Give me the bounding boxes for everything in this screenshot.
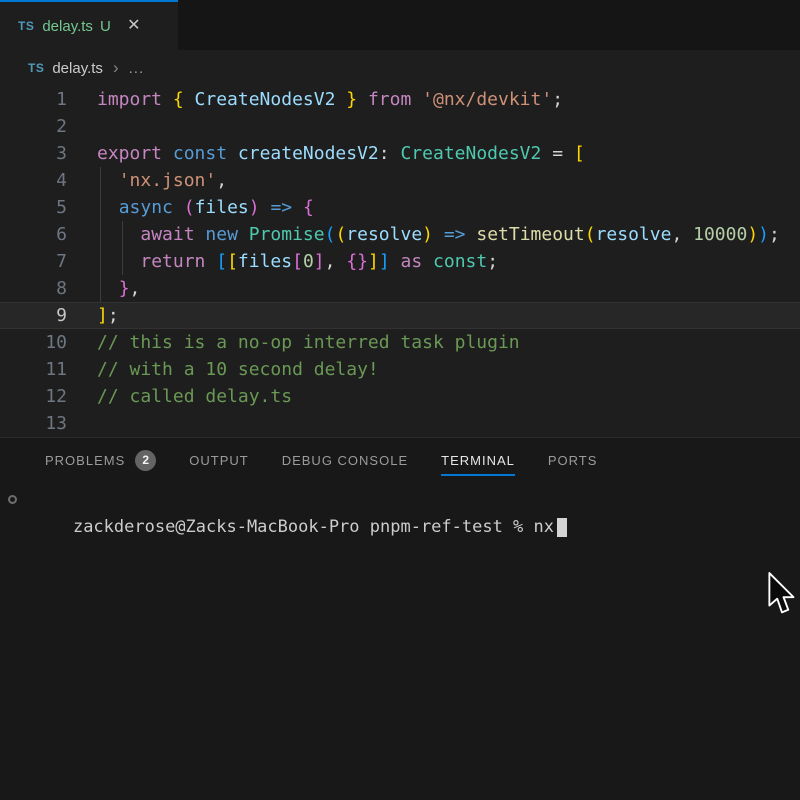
code-text: import { CreateNodesV2 } from '@nx/devki… (97, 86, 563, 113)
code-line-12[interactable]: 12 // called delay.ts (0, 383, 800, 410)
line-number: 4 (0, 167, 67, 194)
code-text: async (files) => { (97, 194, 314, 221)
code-line-3[interactable]: 3 export const createNodesV2: CreateNodes… (0, 140, 800, 167)
code-text: ]; (97, 302, 119, 329)
line-number: 2 (0, 113, 67, 140)
line-number: 5 (0, 194, 67, 221)
bottom-panel: PROBLEMS 2 OUTPUT DEBUG CONSOLE TERMINAL PORT… (0, 437, 800, 800)
panel-tab-debug-console[interactable]: DEBUG CONSOLE (282, 438, 408, 482)
line-number: 3 (0, 140, 67, 167)
panel-tab-ports[interactable]: PORTS (548, 438, 598, 482)
panel-tab-output[interactable]: OUTPUT (189, 438, 248, 482)
close-icon[interactable]: ✕ (123, 15, 145, 37)
panel-tab-bar: PROBLEMS 2 OUTPUT DEBUG CONSOLE TERMINAL PORT… (0, 438, 800, 482)
editor-tab-bar: TS delay.ts U ✕ (0, 0, 800, 50)
code-editor[interactable]: 1 import { CreateNodesV2 } from '@nx/devk… (0, 86, 800, 437)
code-text: // called delay.ts (97, 383, 292, 410)
code-line-11[interactable]: 11 // with a 10 second delay! (0, 356, 800, 383)
line-number: 12 (0, 383, 67, 410)
terminal[interactable]: zackderose@Zacks-MacBook-Pro pnpm-ref-te… (0, 488, 800, 566)
code-text: return [[files[0], {}]] as const; (97, 248, 498, 275)
line-number: 11 (0, 356, 67, 383)
breadcrumb-ellipsis[interactable]: ... (129, 60, 145, 77)
code-line-8[interactable]: 8 }, (0, 275, 800, 302)
code-line-9[interactable]: 9]; (0, 302, 800, 329)
panel-tab-label: TERMINAL (441, 445, 515, 476)
code-line-13[interactable]: 13 (0, 410, 800, 437)
git-status-badge: U (100, 18, 111, 35)
line-number: 8 (0, 275, 67, 302)
code-text: // with a 10 second delay! (97, 356, 379, 383)
tab-delay-ts[interactable]: TS delay.ts U ✕ (0, 0, 178, 50)
code-line-1[interactable]: 1 import { CreateNodesV2 } from '@nx/devk… (0, 86, 800, 113)
typescript-file-icon: TS (28, 61, 44, 75)
breadcrumb: TS delay.ts › ... (0, 50, 800, 86)
line-number: 9 (0, 302, 67, 329)
code-text: }, (97, 275, 140, 302)
panel-tab-label: PORTS (548, 445, 598, 476)
line-number: 13 (0, 410, 67, 437)
code-line-6[interactable]: 6 await new Promise((resolve) => setTime… (0, 221, 800, 248)
panel-tab-label: DEBUG CONSOLE (282, 445, 408, 476)
panel-tab-label: OUTPUT (189, 445, 248, 476)
terminal-command-decoration-icon (8, 495, 17, 504)
code-text: await new Promise((resolve) => setTimeou… (97, 221, 780, 248)
code-line-2[interactable]: 2 (0, 113, 800, 140)
code-text: // this is a no-op interred task plugin (97, 329, 520, 356)
chevron-right-icon: › (113, 58, 119, 78)
breadcrumb-file[interactable]: delay.ts (52, 60, 103, 77)
problems-count-badge: 2 (135, 450, 156, 471)
line-number: 7 (0, 248, 67, 275)
panel-tab-terminal[interactable]: TERMINAL (441, 438, 515, 482)
line-number: 6 (0, 221, 67, 248)
typescript-file-icon: TS (18, 19, 34, 33)
code-line-5[interactable]: 5 async (files) => { (0, 194, 800, 221)
terminal-prompt: zackderose@Zacks-MacBook-Pro pnpm-ref-te… (73, 517, 554, 537)
line-number: 10 (0, 329, 67, 356)
code-text: export const createNodesV2: CreateNodesV… (97, 140, 585, 167)
code-text: 'nx.json', (97, 167, 227, 194)
terminal-cursor (557, 518, 567, 537)
line-number: 1 (0, 86, 67, 113)
panel-tab-label: PROBLEMS (45, 445, 125, 476)
code-line-10[interactable]: 10 // this is a no-op interred task plugi… (0, 329, 800, 356)
code-line-4[interactable]: 4 'nx.json', (0, 167, 800, 194)
panel-tab-problems[interactable]: PROBLEMS 2 (45, 438, 156, 482)
code-line-7[interactable]: 7 return [[files[0], {}]] as const; (0, 248, 800, 275)
tab-filename: delay.ts (42, 18, 93, 35)
